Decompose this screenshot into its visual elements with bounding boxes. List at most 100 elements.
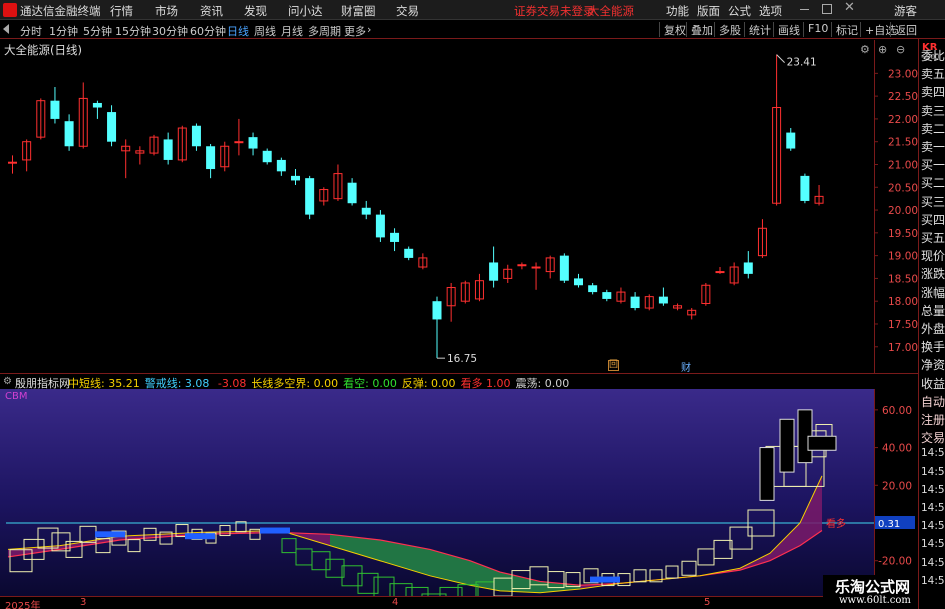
- price-axis-label: 19.50: [888, 228, 918, 240]
- minimize-icon[interactable]: [800, 9, 809, 10]
- price-axis-label: 20.50: [888, 182, 918, 194]
- candle-body-down: [404, 248, 414, 258]
- quote-field-16: 换手: [921, 340, 945, 355]
- quote-field-26: 14:56: [921, 520, 945, 533]
- period-tab-5min[interactable]: 5分钟: [83, 23, 112, 39]
- menu-item-news[interactable]: 资讯: [200, 3, 223, 19]
- candle-body-down: [64, 121, 74, 147]
- indicator-header: ⚙ 殷朋指标网 中短线: 35.21 警戒线: 3.08 -3.08 长线多空界: …: [0, 373, 918, 390]
- quote-panel: KR 300 委比 卖五 卖四 卖三 卖二 卖一 买一 买二 买三 买四 买五 现价 涨跌 涨幅 总量 外盘换…: [918, 39, 945, 609]
- period-tab-daily[interactable]: 日线: [227, 23, 249, 39]
- candle-body-up: [8, 161, 17, 164]
- candle-body-down: [658, 296, 668, 304]
- candle-body-up: [531, 266, 541, 269]
- menu-item-discover[interactable]: 发现: [244, 3, 267, 19]
- indicator-fields: 中短线: 35.21 警戒线: 3.08 -3.08 长线多空界: 0.00 看空: …: [68, 375, 574, 390]
- period-tab-60min[interactable]: 60分钟: [190, 23, 226, 39]
- quote-field-6: 买一: [921, 158, 945, 173]
- menu-bar: 通达信金融终端 行情 市场 资讯 发现 问小达 财富圈 交易 证券交易未登录 大…: [0, 0, 945, 20]
- menu-item-trade[interactable]: 交易: [396, 3, 419, 19]
- period-tab-intraday[interactable]: 分时: [20, 23, 42, 39]
- chart-settings-icon[interactable]: ⚙: [860, 43, 870, 56]
- tool-mark[interactable]: 标记: [831, 22, 862, 37]
- menu-item-wealth[interactable]: 财富圈: [341, 3, 376, 19]
- signal-box: [759, 447, 775, 501]
- more-arrow-icon[interactable]: ›: [367, 23, 371, 36]
- candle-body-down: [800, 175, 810, 201]
- blue-marker: [95, 531, 125, 538]
- quote-field-11: 现价: [921, 249, 945, 264]
- signal-label: 看多: [826, 517, 846, 530]
- blue-marker: [185, 533, 215, 540]
- low-price-label: 16.75: [447, 353, 477, 365]
- candle-body-down: [489, 262, 499, 281]
- candle-body-down: [602, 292, 612, 299]
- guest-user[interactable]: 游客: [894, 3, 917, 19]
- menu-item-layout[interactable]: 版面: [697, 3, 720, 19]
- period-tab-weekly[interactable]: 周线: [254, 23, 276, 39]
- quote-field-18: 收益: [921, 376, 945, 391]
- candle-body-down: [291, 175, 300, 181]
- chart-zoom-out-icon[interactable]: ⊖: [896, 43, 905, 56]
- time-label-apr: 4: [392, 597, 399, 608]
- candle-body-down: [305, 178, 315, 215]
- indicator-gear-icon[interactable]: ⚙: [3, 376, 12, 387]
- quote-field-29: 14:56: [921, 574, 945, 587]
- collapse-left-icon[interactable]: [3, 24, 9, 34]
- menu-item-formula[interactable]: 公式: [728, 3, 751, 19]
- maximize-icon[interactable]: [822, 4, 832, 14]
- price-chart[interactable]: 23.00 22.50 22.00 21.50 21.00 20.50 20.00 19.50…: [0, 40, 918, 373]
- menu-item-options[interactable]: 选项: [759, 3, 782, 19]
- watermark-url: www.60lt.com: [839, 595, 911, 606]
- high-marker-line: [776, 54, 785, 64]
- current-value-label: 0.31: [878, 519, 900, 530]
- chart-zoom-in-icon[interactable]: ⊕: [878, 43, 887, 56]
- indicator-axis-label: 40.00: [882, 443, 912, 455]
- candle-body-down: [92, 102, 102, 108]
- indicator-axis-label: -20.00: [878, 556, 912, 568]
- candle-body-down: [163, 139, 173, 160]
- candle-body-down: [390, 232, 400, 242]
- period-tab-15min[interactable]: 15分钟: [115, 23, 151, 39]
- event-badge-review[interactable]: 回: [608, 360, 619, 371]
- candle-body-down: [347, 182, 357, 204]
- tool-draw[interactable]: 画线: [773, 22, 804, 37]
- price-axis-label: 23.00: [888, 68, 918, 80]
- tool-f10[interactable]: F10: [803, 22, 832, 37]
- menu-item-function[interactable]: 功能: [666, 3, 689, 19]
- menu-item-quotes[interactable]: 行情: [110, 3, 133, 19]
- price-axis-label: 22.00: [888, 114, 918, 126]
- event-badge-finance[interactable]: 财: [681, 359, 691, 374]
- quote-field-19: 自动: [921, 394, 945, 409]
- quote-field-8: 买三: [921, 194, 945, 209]
- price-axis-label: 18.00: [888, 296, 918, 308]
- menu-item-ask[interactable]: 问小达: [288, 3, 323, 19]
- price-axis-label: 18.50: [888, 273, 918, 285]
- price-axis-label: 17.00: [888, 342, 918, 354]
- candle-body-down: [574, 278, 583, 286]
- app-title: 通达信金融终端: [20, 4, 101, 18]
- candle-body-up: [517, 264, 527, 267]
- login-notice[interactable]: 证券交易未登录: [514, 3, 595, 19]
- tool-overlay[interactable]: 叠加: [686, 22, 717, 37]
- period-tab-30min[interactable]: 30分钟: [152, 23, 188, 39]
- chart-title: 大全能源(日线): [4, 43, 82, 57]
- tool-back[interactable]: 返回: [890, 22, 921, 37]
- close-icon[interactable]: ✕: [844, 0, 855, 15]
- indicator-chart[interactable]: 60.0040.0020.000.00-20.000.31看多: [0, 389, 918, 596]
- candle-body-up: [715, 271, 725, 274]
- tool-stats[interactable]: 统计: [744, 22, 775, 37]
- menu-item-market[interactable]: 市场: [155, 3, 178, 19]
- quote-field-25: 14:56: [921, 502, 945, 514]
- period-tab-monthly[interactable]: 月线: [281, 23, 303, 39]
- period-tab-1min[interactable]: 1分钟: [49, 23, 78, 39]
- high-price-label: 23.41: [787, 57, 817, 69]
- quote-field-24: 14:56: [921, 483, 945, 496]
- period-tab-multi[interactable]: 多周期: [308, 23, 341, 39]
- quote-field-5: 卖一: [921, 140, 945, 154]
- period-tab-more[interactable]: 更多: [344, 23, 366, 39]
- quote-field-10: 买五: [921, 231, 945, 245]
- tool-multistock[interactable]: 多股: [714, 22, 745, 37]
- quote-field-3: 卖三: [921, 103, 945, 118]
- candle-body-down: [630, 296, 640, 309]
